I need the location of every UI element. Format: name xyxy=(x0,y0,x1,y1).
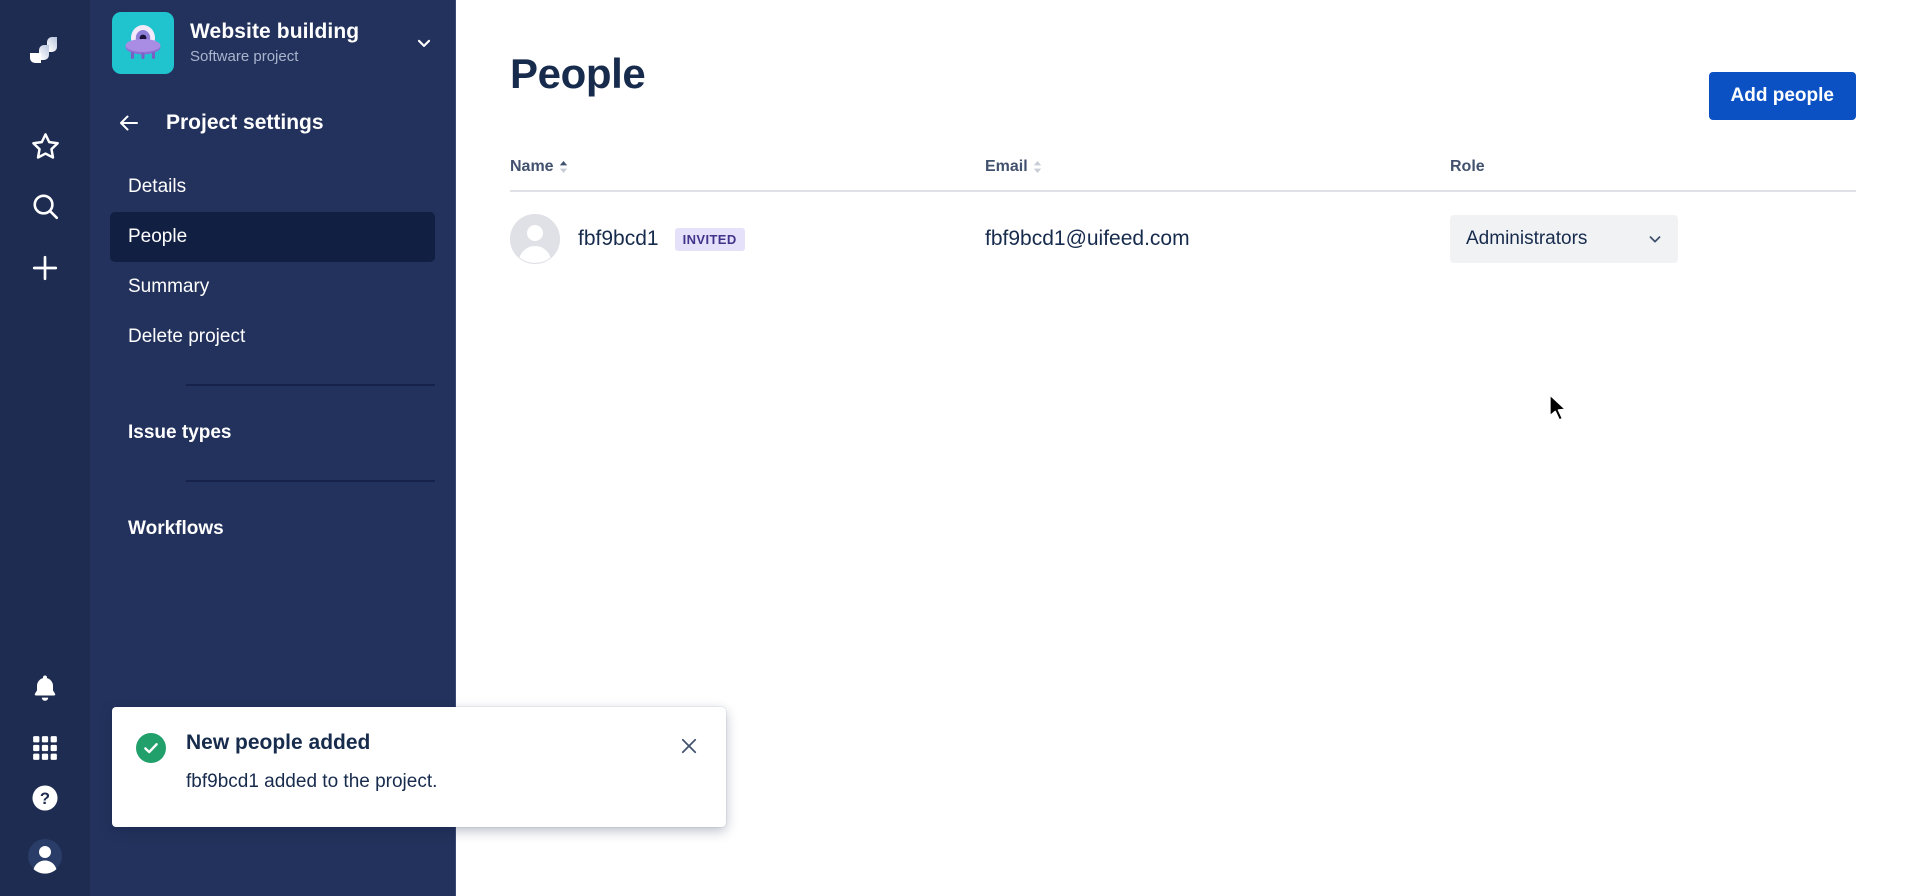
table-header-row: Name Email Role xyxy=(510,158,1856,192)
star-icon[interactable] xyxy=(0,118,90,174)
people-table: Name Email Role fbf9bcd1 INVITED fbf9bcd… xyxy=(510,158,1856,264)
sort-ascending-icon xyxy=(559,160,568,174)
column-header-name[interactable]: Name xyxy=(510,158,985,192)
sidebar-item-label: Issue types xyxy=(128,422,232,443)
project-settings-nav: Details People Summary Delete project xyxy=(90,162,455,362)
people-page: People Add people Name Email Role fbf9bc… xyxy=(456,0,1920,264)
table-row: fbf9bcd1 INVITED fbf9bcd1@uifeed.com Adm… xyxy=(510,191,1856,264)
sidebar-item-delete-project[interactable]: Delete project xyxy=(110,312,435,362)
status-badge: INVITED xyxy=(674,227,745,251)
page-header: People Add people xyxy=(510,50,1856,120)
svg-text:?: ? xyxy=(40,789,50,808)
person-avatar-icon xyxy=(510,214,560,264)
project-title: Website building xyxy=(190,19,360,43)
person-email: fbf9bcd1@uifeed.com xyxy=(985,227,1190,250)
cell-name: fbf9bcd1 INVITED xyxy=(510,191,985,264)
sidebar-item-details[interactable]: Details xyxy=(110,162,435,212)
question-circle-icon[interactable]: ? xyxy=(0,772,90,824)
toast-body: New people added fbf9bcd1 added to the p… xyxy=(186,729,674,795)
cell-email: fbf9bcd1@uifeed.com xyxy=(985,191,1450,264)
chevron-down-icon[interactable] xyxy=(411,33,437,53)
arrow-left-icon[interactable] xyxy=(112,106,146,140)
check-circle-icon xyxy=(136,733,166,763)
ufo-avatar-icon xyxy=(112,12,174,74)
column-header-label: Role xyxy=(1450,158,1485,175)
app-root: ? Website building Software project Proj… xyxy=(0,0,1920,896)
mouse-cursor xyxy=(1548,394,1570,429)
sidebar-item-workflows[interactable]: Workflows xyxy=(110,504,435,554)
project-settings-title: Project settings xyxy=(166,111,324,134)
sort-none-icon xyxy=(1033,160,1042,174)
search-icon[interactable] xyxy=(0,178,90,234)
column-header-role: Role xyxy=(1450,158,1856,192)
people-table-head: Name Email Role xyxy=(510,158,1856,192)
person-identity: fbf9bcd1 INVITED xyxy=(510,214,985,264)
people-table-body: fbf9bcd1 INVITED fbf9bcd1@uifeed.com Adm… xyxy=(510,191,1856,264)
chevron-down-icon xyxy=(1646,230,1664,248)
cell-role: Administrators xyxy=(1450,191,1856,264)
toast-notification: New people added fbf9bcd1 added to the p… xyxy=(112,707,726,827)
toast-message: fbf9bcd1 added to the project. xyxy=(186,771,438,793)
sidebar-item-people[interactable]: People xyxy=(110,212,435,262)
add-people-button[interactable]: Add people xyxy=(1708,72,1856,120)
bell-icon[interactable] xyxy=(0,660,90,716)
sidebar-divider-1 xyxy=(186,384,435,386)
global-navigation-rail: ? xyxy=(0,0,90,896)
person-name: fbf9bcd1 xyxy=(578,227,659,250)
toast-title: New people added xyxy=(186,731,371,754)
sidebar-item-summary[interactable]: Summary xyxy=(110,262,435,312)
sidebar-item-label: Summary xyxy=(128,276,210,297)
sidebar-section-issue-types: Issue types xyxy=(90,408,455,458)
page-title: People xyxy=(510,50,646,97)
column-header-label: Name xyxy=(510,158,554,175)
sidebar-divider-2 xyxy=(186,480,435,482)
sidebar-item-label: People xyxy=(128,226,188,247)
grid-icon[interactable] xyxy=(0,722,90,774)
sidebar-item-label: Delete project xyxy=(128,326,246,347)
avatar-icon[interactable] xyxy=(0,828,90,884)
project-settings-header: Project settings xyxy=(90,100,455,146)
role-select[interactable]: Administrators xyxy=(1450,215,1678,263)
project-subtitle: Software project xyxy=(190,47,299,65)
sidebar-section-workflows: Workflows xyxy=(90,504,455,554)
project-header[interactable]: Website building Software project xyxy=(90,0,455,80)
plus-icon[interactable] xyxy=(0,240,90,296)
close-icon[interactable] xyxy=(674,731,704,761)
column-header-label: Email xyxy=(985,158,1028,175)
sidebar-item-label: Details xyxy=(128,176,187,197)
sidebar-item-issue-types[interactable]: Issue types xyxy=(110,408,435,458)
role-select-value: Administrators xyxy=(1466,228,1588,249)
jira-logo-icon[interactable] xyxy=(0,22,90,78)
column-header-email[interactable]: Email xyxy=(985,158,1450,192)
sidebar-item-label: Workflows xyxy=(128,518,224,539)
